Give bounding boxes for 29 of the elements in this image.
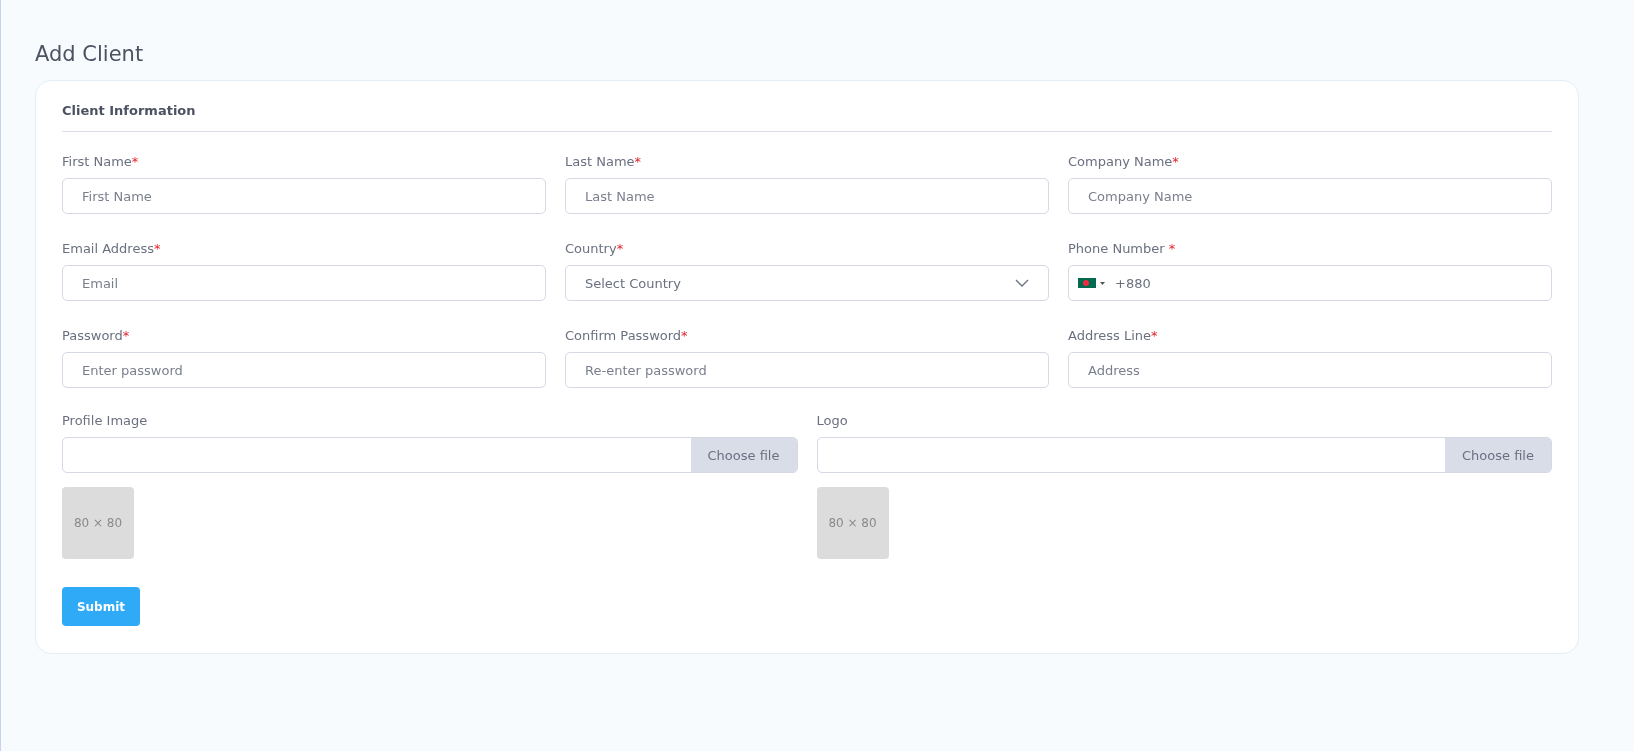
field-label: Email Address* [62, 241, 162, 256]
section-title: Client Information [62, 103, 1552, 132]
phone-field[interactable]: +880 [1068, 265, 1552, 301]
input-field[interactable]: Company Name [1068, 178, 1552, 214]
field-label: Logo [816, 413, 849, 428]
field-label: Last Name* [565, 154, 643, 169]
input-field[interactable]: Enter password [62, 352, 546, 388]
input-field[interactable]: Address [1068, 352, 1552, 388]
field-label: Confirm Password* [565, 328, 689, 343]
image-size-text: 80 × 80 [828, 516, 877, 530]
field-label: Address Line* [1068, 328, 1159, 343]
input-field[interactable]: Email [62, 265, 546, 301]
image-size-text: 80 × 80 [73, 516, 123, 530]
field-label: Password* [62, 328, 131, 343]
field-label: First Name* [62, 154, 140, 169]
flag-icon[interactable] [1078, 278, 1106, 288]
submit-button[interactable]: Submit [62, 587, 140, 626]
field-label: Profile Image [62, 413, 149, 428]
input-field[interactable]: Last Name [565, 178, 1049, 214]
field-label: Phone Number * [1068, 241, 1177, 256]
file-input[interactable]: Choose file [62, 437, 798, 473]
input-field[interactable]: Re-enter password [565, 352, 1049, 388]
page-title: Add Client [35, 42, 145, 66]
field-label: Country* [565, 241, 625, 256]
field-label: Company Name* [1068, 154, 1180, 169]
chevron-down-icon [1015, 279, 1029, 287]
input-field[interactable]: First Name [62, 178, 546, 214]
file-input[interactable]: Choose file [816, 437, 1552, 473]
select-field[interactable]: Select Country [565, 265, 1049, 301]
